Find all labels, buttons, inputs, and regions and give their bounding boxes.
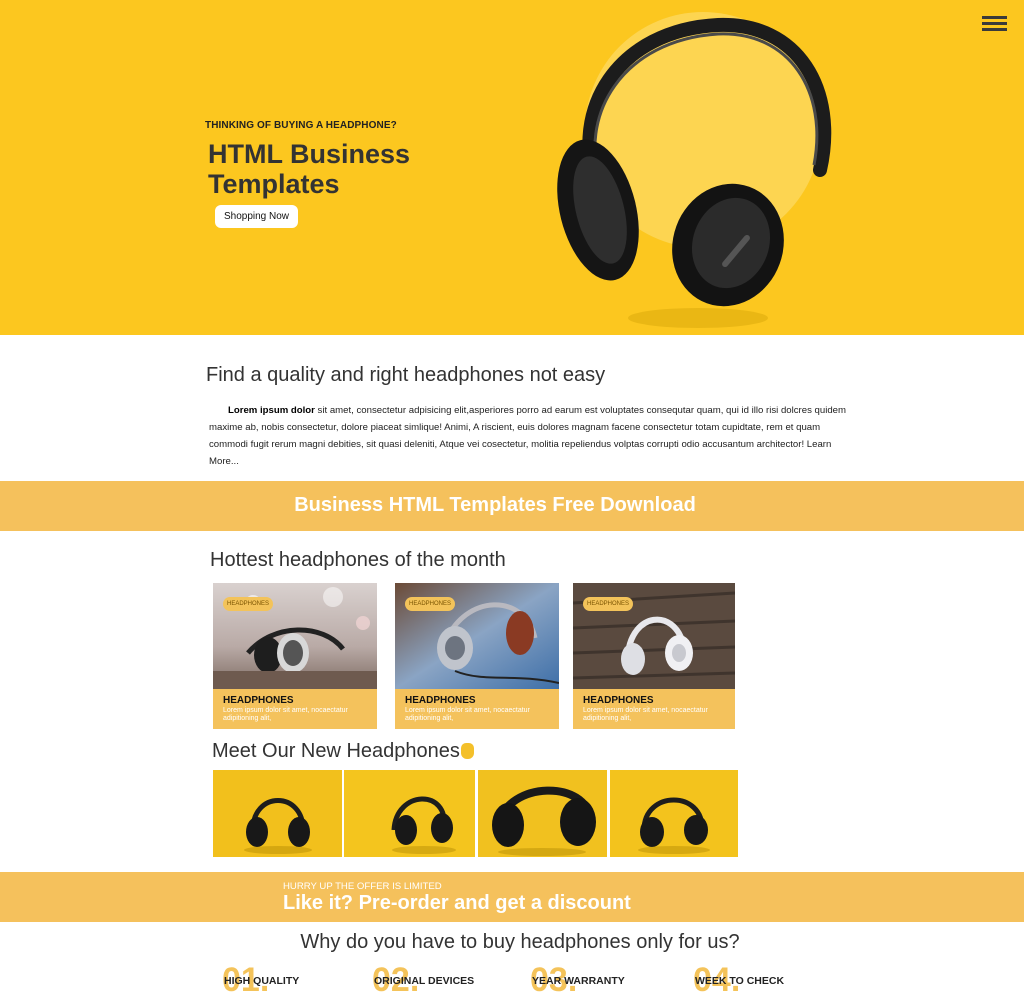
- feature-label: ORIGINAL DEVICES: [374, 975, 475, 987]
- feature-year-warranty: 03. YEAR WARRANTY: [530, 960, 660, 1000]
- hero-kicker: THINKING OF BUYING A HEADPHONE?: [205, 120, 397, 131]
- gallery-image-1[interactable]: [213, 770, 342, 857]
- feature-high-quality: 01. HIGH QUALITY: [222, 960, 342, 1000]
- intro-lead: Lorem ipsum dolor: [228, 405, 315, 416]
- card-tag: HEADPHONES: [583, 597, 633, 611]
- meet-title: Meet Our New Headphones: [212, 740, 474, 763]
- download-banner-text[interactable]: Business HTML Templates Free Download: [0, 494, 990, 517]
- hottest-title: Hottest headphones of the month: [210, 549, 506, 571]
- gallery-image-3[interactable]: [478, 770, 607, 857]
- hero-section: THINKING OF BUYING A HEADPHONE? HTML Bus…: [0, 0, 1024, 335]
- card-text: Lorem ipsum dolor sit amet, nocaectatur …: [583, 707, 708, 722]
- feature-week-to-check: 04. WEEK TO CHECK: [693, 960, 823, 1000]
- card-tag: HEADPHONES: [223, 597, 273, 611]
- gallery-image-2[interactable]: [344, 770, 475, 857]
- why-title: Why do you have to buy headphones only f…: [300, 931, 740, 953]
- gallery-image-4[interactable]: [610, 770, 738, 857]
- card-text: Lorem ipsum dolor sit amet, nocaectatur …: [405, 707, 530, 722]
- card-tag: HEADPHONES: [405, 597, 455, 611]
- product-card-1[interactable]: HEADPHONES HEADPHONES Lorem ipsum dolor …: [213, 583, 377, 729]
- feature-label: HIGH QUALITY: [224, 975, 300, 987]
- headphones-icon: [557, 12, 832, 328]
- product-card-2[interactable]: HEADPHONES HEADPHONES Lorem ipsum dolor …: [395, 583, 559, 729]
- feature-label: WEEK TO CHECK: [695, 975, 785, 987]
- intro-title: Find a quality and right headphones not …: [206, 364, 606, 386]
- card-title: HEADPHONES: [583, 695, 654, 706]
- product-card-3[interactable]: HEADPHONES HEADPHONES Lorem ipsum dolor …: [573, 583, 735, 729]
- card-title: HEADPHONES: [223, 695, 294, 706]
- offer-title[interactable]: Like it? Pre-order and get a discount: [283, 892, 631, 915]
- meet-title-text: Meet Our New Headphones: [212, 740, 460, 762]
- shopping-now-button[interactable]: Shopping Now: [215, 205, 298, 228]
- feature-label: YEAR WARRANTY: [532, 975, 625, 987]
- offer-subtitle: HURRY UP THE OFFER IS LIMITED: [283, 881, 442, 892]
- card-text: Lorem ipsum dolor sit amet, nocaectatur …: [223, 707, 348, 722]
- hero-title: HTML Business Templates: [208, 139, 411, 199]
- hand-icon: [460, 743, 474, 759]
- hamburger-menu-icon[interactable]: [982, 14, 1008, 34]
- card-title: HEADPHONES: [405, 695, 476, 706]
- feature-original-devices: 02. ORIGINAL DEVICES: [372, 960, 512, 1000]
- intro-paragraph: Lorem ipsum dolor sit amet, consectetur …: [209, 402, 849, 470]
